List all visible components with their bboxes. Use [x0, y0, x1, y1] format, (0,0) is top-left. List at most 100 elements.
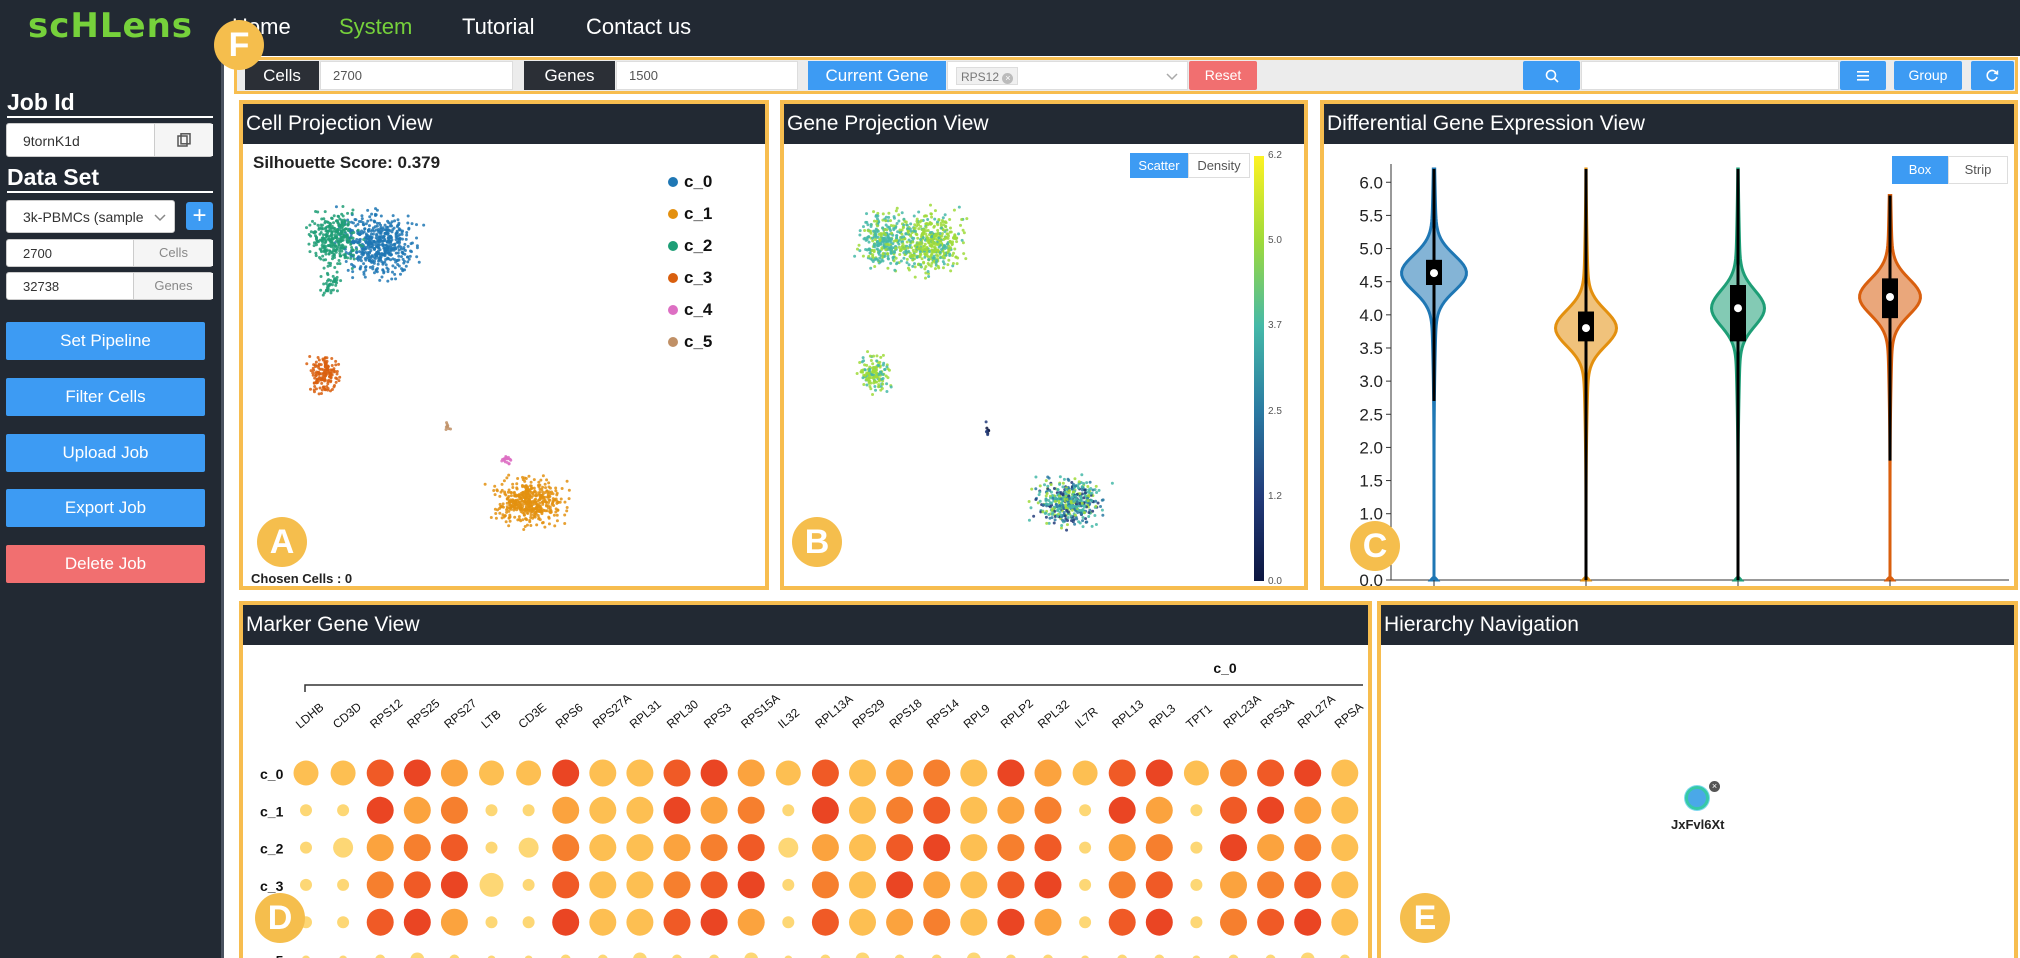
- marker-dot[interactable]: [560, 954, 571, 958]
- density-toggle[interactable]: Density: [1188, 153, 1250, 178]
- marker-dot[interactable]: [886, 796, 914, 824]
- marker-dot[interactable]: [552, 871, 580, 899]
- marker-dot[interactable]: [375, 954, 385, 958]
- marker-dot[interactable]: [1220, 759, 1247, 787]
- export-job-button[interactable]: Export Job: [6, 489, 205, 527]
- marker-dot[interactable]: [1331, 871, 1359, 899]
- marker-dot[interactable]: [449, 954, 460, 958]
- marker-dot[interactable]: [1294, 759, 1322, 787]
- marker-dot[interactable]: [440, 759, 468, 787]
- cells-input[interactable]: 2700: [320, 61, 513, 90]
- marker-dot[interactable]: [700, 759, 728, 787]
- search-button[interactable]: [1523, 61, 1580, 90]
- marker-dot[interactable]: [403, 759, 431, 787]
- marker-dot[interactable]: [626, 908, 654, 936]
- marker-dot[interactable]: [997, 871, 1025, 899]
- legend-item[interactable]: c_5: [668, 332, 712, 364]
- marker-dot[interactable]: [737, 834, 765, 862]
- marker-dot[interactable]: [855, 952, 870, 958]
- marker-dot[interactable]: [923, 759, 951, 787]
- marker-dot[interactable]: [737, 759, 765, 787]
- marker-dot[interactable]: [479, 760, 504, 786]
- marker-dot[interactable]: [923, 834, 951, 862]
- marker-dot[interactable]: [552, 834, 580, 862]
- marker-dot[interactable]: [737, 796, 765, 824]
- marker-dot[interactable]: [960, 759, 988, 787]
- marker-dot[interactable]: [440, 796, 468, 824]
- marker-dot[interactable]: [589, 871, 617, 899]
- marker-dot[interactable]: [1257, 908, 1285, 936]
- marker-dot[interactable]: [1331, 834, 1359, 862]
- nav-contact[interactable]: Contact us: [586, 14, 691, 40]
- marker-dot[interactable]: [1300, 952, 1315, 958]
- dataset-select[interactable]: 3k-PBMCs (sample: [6, 200, 175, 233]
- violin-chart[interactable]: 0.00.51.01.52.02.53.03.54.04.55.05.56.0c…: [1324, 144, 2014, 590]
- marker-dot[interactable]: [886, 759, 914, 787]
- marker-dot[interactable]: [626, 871, 654, 899]
- marker-dot[interactable]: [522, 804, 535, 817]
- marker-dot[interactable]: [1228, 954, 1239, 958]
- marker-dot[interactable]: [811, 759, 839, 787]
- gene-tag[interactable]: RPS12 ×: [956, 67, 1019, 85]
- marker-dot[interactable]: [337, 916, 350, 929]
- marker-dot[interactable]: [366, 871, 394, 899]
- scatter-toggle[interactable]: Scatter: [1130, 153, 1188, 178]
- marker-dot[interactable]: [366, 834, 394, 862]
- marker-dot[interactable]: [440, 834, 468, 862]
- marker-dot[interactable]: [440, 871, 468, 899]
- filter-cells-button[interactable]: Filter Cells: [6, 378, 205, 416]
- marker-dot[interactable]: [552, 908, 580, 936]
- marker-dot[interactable]: [1220, 834, 1247, 862]
- marker-dot[interactable]: [886, 871, 914, 899]
- marker-dot[interactable]: [672, 954, 682, 958]
- marker-dot[interactable]: [820, 954, 831, 958]
- marker-dot[interactable]: [552, 796, 580, 824]
- marker-dot[interactable]: [1257, 871, 1285, 899]
- marker-dot[interactable]: [960, 908, 988, 936]
- marker-dot[interactable]: [663, 834, 691, 862]
- marker-dot[interactable]: [1043, 954, 1053, 958]
- marker-dot[interactable]: [1183, 760, 1209, 786]
- marker-dot[interactable]: [737, 871, 765, 899]
- marker-dot[interactable]: [744, 952, 759, 958]
- marker-dot[interactable]: [1108, 834, 1136, 862]
- marker-dot[interactable]: [663, 796, 691, 824]
- marker-dot[interactable]: [522, 916, 535, 929]
- delete-job-button[interactable]: Delete Job: [6, 545, 205, 583]
- marker-dot[interactable]: [663, 759, 691, 787]
- marker-dot[interactable]: [849, 834, 876, 862]
- list-button[interactable]: [1840, 61, 1886, 90]
- hierarchy-node[interactable]: [1685, 786, 1709, 810]
- marker-dot[interactable]: [849, 796, 876, 824]
- marker-dot[interactable]: [333, 837, 354, 858]
- marker-dot[interactable]: [1331, 796, 1359, 824]
- marker-dot[interactable]: [1220, 796, 1247, 824]
- legend-item[interactable]: c_3: [668, 268, 712, 300]
- marker-dot[interactable]: [522, 878, 535, 891]
- marker-dot[interactable]: [700, 796, 728, 824]
- marker-dot[interactable]: [849, 759, 876, 787]
- gene-scatter[interactable]: [784, 144, 1304, 544]
- marker-dot[interactable]: [997, 834, 1025, 862]
- upload-job-button[interactable]: Upload Job: [6, 434, 205, 472]
- app-logo[interactable]: scHLens: [28, 6, 193, 46]
- marker-dot[interactable]: [366, 908, 394, 936]
- marker-dot[interactable]: [626, 834, 654, 862]
- marker-dot[interactable]: [337, 804, 350, 817]
- marker-dot[interactable]: [923, 871, 951, 899]
- marker-dot[interactable]: [1190, 804, 1203, 817]
- close-node-icon[interactable]: ×: [1709, 781, 1720, 792]
- marker-dot[interactable]: [1108, 796, 1136, 824]
- marker-dot[interactable]: [1079, 916, 1092, 929]
- marker-dot[interactable]: [293, 760, 319, 786]
- add-dataset-button[interactable]: +: [186, 202, 213, 230]
- marker-dot[interactable]: [1034, 834, 1062, 862]
- marker-dot[interactable]: [1257, 759, 1285, 787]
- marker-dot[interactable]: [1117, 954, 1127, 958]
- marker-dot[interactable]: [1331, 759, 1359, 787]
- marker-dot[interactable]: [598, 954, 608, 958]
- marker-dot[interactable]: [1034, 871, 1062, 899]
- marker-dot[interactable]: [518, 837, 539, 858]
- marker-dot[interactable]: [709, 954, 719, 958]
- marker-dot[interactable]: [626, 796, 654, 824]
